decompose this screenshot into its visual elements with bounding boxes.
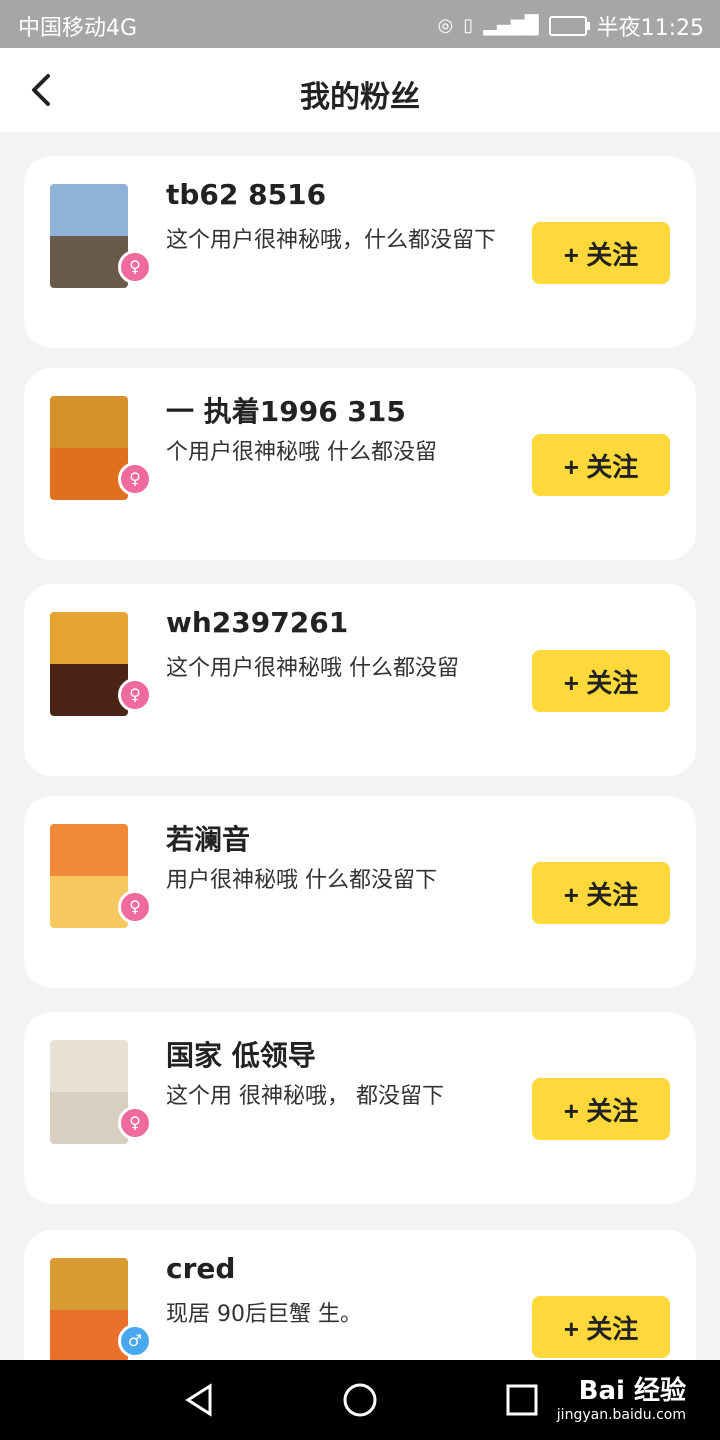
page-title: 我的粉丝: [300, 80, 420, 115]
follow-label: + 关注: [563, 451, 639, 482]
avatar[interactable]: [50, 1258, 128, 1360]
female-gender-icon: ♀: [118, 1106, 152, 1140]
carrier-label: 中国移动4G: [18, 16, 138, 41]
follow-button[interactable]: + 关注: [532, 650, 670, 712]
fan-bio: 这个用户很神秘哦，什么都没留下: [166, 228, 497, 253]
fan-name[interactable]: 国家 低领导: [166, 1034, 316, 1074]
fan-card[interactable]: ♀ 国家 低领导 这个用 很神秘哦， 都没留下 + 关注: [24, 1012, 696, 1204]
fan-card[interactable]: ♀ tb62 8516 这个用户很神秘哦，什么都没留下 + 关注: [24, 156, 696, 348]
fan-bio: 现居 90后巨蟹 生。: [166, 1302, 362, 1327]
baidu-watermark: Bai 经验 jingyan.baidu.com: [557, 1370, 686, 1423]
avatar[interactable]: [50, 1040, 128, 1144]
follow-label: + 关注: [563, 879, 639, 910]
fan-card[interactable]: ♀ 若澜音 用户很神秘哦 什么都没留下 + 关注: [24, 796, 696, 988]
follow-button[interactable]: + 关注: [532, 434, 670, 496]
home-circle-icon[interactable]: [340, 1380, 380, 1420]
avatar[interactable]: [50, 824, 128, 928]
hotspot-icon: ◎: [437, 15, 454, 36]
fans-list: ♀ tb62 8516 这个用户很神秘哦，什么都没留下 + 关注 ♀ 一 执着1…: [0, 132, 720, 1360]
avatar[interactable]: [50, 612, 128, 716]
fan-card[interactable]: ♀ wh2397261 这个用户很神秘哦 什么都没留 + 关注: [24, 584, 696, 776]
signal-icon: ▂▄▆█: [483, 15, 539, 36]
fan-name[interactable]: cred: [166, 1252, 235, 1285]
avatar[interactable]: [50, 396, 128, 500]
follow-label: + 关注: [563, 1313, 639, 1344]
watermark-brand: Bai 经验: [578, 1376, 686, 1406]
watermark-url: jingyan.baidu.com: [556, 1407, 686, 1423]
fan-name[interactable]: 一 执着1996 315: [166, 390, 406, 430]
follow-label: + 关注: [563, 667, 639, 698]
fan-name[interactable]: tb62 8516: [166, 178, 326, 211]
follow-button[interactable]: + 关注: [532, 1078, 670, 1140]
fan-name[interactable]: 若澜音: [166, 818, 250, 858]
fan-bio: 这个用户很神秘哦 什么都没留: [166, 656, 459, 681]
vibrate-icon: ▯: [463, 15, 474, 36]
status-bar: 中国移动4G ◎ ▯ ▂▄▆█ 半夜11:25: [0, 0, 720, 48]
male-gender-icon: ♂: [118, 1324, 152, 1358]
system-nav-bar: Bai 经验 jingyan.baidu.com: [0, 1360, 720, 1440]
status-time: 半夜11:25: [596, 16, 704, 41]
fan-card[interactable]: ♀ 一 执着1996 315 个用户很神秘哦 什么都没留 + 关注: [24, 368, 696, 560]
female-gender-icon: ♀: [118, 462, 152, 496]
fan-bio: 这个用 很神秘哦， 都没留下: [166, 1084, 444, 1109]
female-gender-icon: ♀: [118, 890, 152, 924]
avatar[interactable]: [50, 184, 128, 288]
fan-bio: 个用户很神秘哦 什么都没留: [166, 440, 437, 465]
battery-icon: [548, 16, 590, 36]
female-gender-icon: ♀: [118, 678, 152, 712]
fan-name[interactable]: wh2397261: [166, 606, 348, 639]
fan-card[interactable]: ♂ cred 现居 90后巨蟹 生。 + 关注: [24, 1230, 696, 1360]
status-icons: ◎ ▯ ▂▄▆█ 半夜11:25: [438, 10, 704, 42]
follow-button[interactable]: + 关注: [532, 862, 670, 924]
follow-button[interactable]: + 关注: [532, 1296, 670, 1358]
back-triangle-icon[interactable]: [180, 1380, 220, 1420]
page-header: 我的粉丝: [0, 48, 720, 132]
recents-square-icon[interactable]: [502, 1380, 542, 1420]
follow-button[interactable]: + 关注: [532, 222, 670, 284]
female-gender-icon: ♀: [118, 250, 152, 284]
fan-bio: 用户很神秘哦 什么都没留下: [166, 868, 437, 893]
follow-label: + 关注: [563, 239, 639, 270]
follow-label: + 关注: [563, 1095, 639, 1126]
